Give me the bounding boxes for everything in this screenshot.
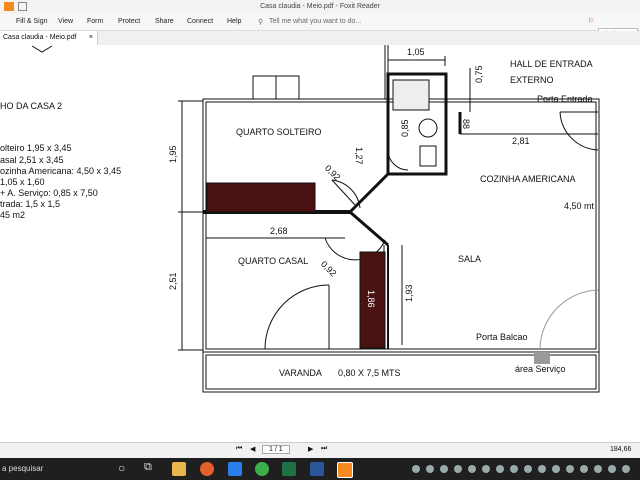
- tray-icon[interactable]: [482, 465, 490, 473]
- window-title: Casa claudia - Meio.pdf - Foxit Reader: [260, 3, 380, 10]
- menu-form[interactable]: Form: [87, 18, 103, 25]
- tray-icon[interactable]: [524, 465, 532, 473]
- menu-bar: Fill & Sign View Form Protect Share Conn…: [0, 14, 640, 40]
- list-item: 1,05 x 1,60: [0, 177, 45, 187]
- toilet: [418, 118, 438, 138]
- compass-mark: [31, 45, 53, 53]
- menu-help[interactable]: Help: [227, 18, 241, 25]
- label-cozinha: COZINHA AMERICANA: [480, 174, 576, 184]
- door-arc: [264, 284, 330, 350]
- list-item: asal 2,51 x 3,45: [0, 155, 64, 165]
- label-sala: SALA: [458, 254, 482, 264]
- tray-icon[interactable]: [510, 465, 518, 473]
- door-arc-entrada: [559, 111, 599, 151]
- list-item: olteiro 1,95 x 3,45: [0, 143, 72, 153]
- taskbar: a pesquisar ○ ⧉: [0, 458, 640, 480]
- dim-label-105: 1,05: [407, 47, 425, 57]
- dim-label-127: 1,27: [354, 147, 364, 165]
- label-porta-balcao: Porta Balcao: [476, 332, 528, 342]
- menu-view[interactable]: View: [58, 18, 73, 25]
- list-item: 45 m2: [0, 210, 26, 220]
- wall-diagonal: [348, 172, 390, 214]
- status-bar: ⏮ ◀ 1 / 1 ▶ ⏭ 184,66: [0, 442, 640, 459]
- page-field[interactable]: 1 / 1: [262, 445, 290, 454]
- dim-label-085: 0,85: [400, 119, 410, 137]
- label-varanda: VARANDA: [279, 368, 322, 378]
- label-area-servico: área Serviço: [515, 364, 566, 374]
- tab-document[interactable]: Casa claudia - Meio.pdf ×: [0, 31, 98, 45]
- label-quarto-solteiro: QUARTO SOLTEIRO: [236, 127, 322, 137]
- cortana-icon[interactable]: ○: [118, 461, 125, 475]
- label-hall-externo: EXTERNO: [510, 75, 554, 85]
- menu-connect[interactable]: Connect: [187, 18, 213, 25]
- dim-label-281: 2,81: [512, 136, 530, 146]
- tray-icon[interactable]: [468, 465, 476, 473]
- tray-icon[interactable]: [496, 465, 504, 473]
- zoom-level[interactable]: 184,66: [610, 446, 631, 453]
- dim-label-88: 88: [461, 119, 471, 130]
- edge-icon[interactable]: [228, 462, 242, 476]
- tray-icon[interactable]: [538, 465, 546, 473]
- list-heading: HO DA CASA 2: [0, 101, 63, 111]
- list-item: trada: 1,5 x 1,5: [0, 199, 61, 209]
- shower: [392, 79, 430, 111]
- dim-label-251: 2,51: [168, 272, 178, 290]
- title-bar: Casa claudia - Meio.pdf - Foxit Reader: [0, 0, 640, 14]
- last-page-icon[interactable]: ⏭: [321, 445, 327, 453]
- list-item: + A. Serviço: 0,85 x 7,50: [0, 188, 98, 198]
- tray-icon[interactable]: [440, 465, 448, 473]
- tray-icon[interactable]: [426, 465, 434, 473]
- first-page-icon[interactable]: ⏮: [236, 445, 242, 453]
- word-icon[interactable]: [310, 462, 324, 476]
- task-view-icon[interactable]: ⧉: [144, 461, 152, 474]
- list-item: ozinha Americana: 4,50 x 3,45: [0, 166, 122, 176]
- next-page-icon[interactable]: ▶: [308, 445, 313, 453]
- tray-icon[interactable]: [580, 465, 588, 473]
- tray-icon[interactable]: [622, 465, 630, 473]
- tell-me-icon: ⚲: [258, 19, 264, 26]
- chrome-icon[interactable]: [255, 462, 269, 476]
- label-varanda-size: 0,80 X 7,5 MTS: [338, 368, 401, 378]
- file-explorer-icon[interactable]: [172, 462, 186, 476]
- label-quarto-casal: QUARTO CASAL: [238, 256, 309, 266]
- tray-icon[interactable]: [412, 465, 420, 473]
- menu-fill-sign[interactable]: Fill & Sign: [16, 18, 48, 25]
- label-porta-entrada: Porta Entrada: [537, 94, 593, 104]
- dim-label-268: 2,68: [270, 226, 288, 236]
- label-hall: HALL DE ENTRADA: [510, 59, 593, 69]
- dim-label-186: 1,86: [366, 290, 376, 308]
- tab-label: Casa claudia - Meio.pdf: [3, 34, 77, 41]
- tray-icon[interactable]: [454, 465, 462, 473]
- foxit-icon[interactable]: [337, 462, 353, 478]
- door-arc-bath: [387, 149, 409, 171]
- tray-icon[interactable]: [552, 465, 560, 473]
- find-icon: ⚐: [588, 18, 595, 25]
- menu-protect[interactable]: Protect: [118, 18, 140, 25]
- tray-icon[interactable]: [566, 465, 574, 473]
- wardrobe-solteiro: [206, 182, 316, 213]
- tray-icon[interactable]: [594, 465, 602, 473]
- wall-diagonal: [349, 210, 389, 247]
- tell-me-box[interactable]: Tell me what you want to do...: [269, 18, 361, 25]
- taskbar-search[interactable]: a pesquisar: [2, 464, 43, 473]
- door-arc-balcao: [539, 289, 599, 350]
- menu-share[interactable]: Share: [155, 18, 174, 25]
- prev-page-icon[interactable]: ◀: [250, 445, 255, 453]
- excel-icon[interactable]: [282, 462, 296, 476]
- tank-servico: [534, 352, 550, 364]
- dim-label-195: 1,95: [168, 145, 178, 163]
- dim-label-075: 0,75: [474, 65, 484, 83]
- tray-icon[interactable]: [608, 465, 616, 473]
- floor-plan: [31, 45, 600, 393]
- inner-wall: [205, 101, 597, 350]
- firefox-icon[interactable]: [200, 462, 214, 476]
- dim-label-193: 1,93: [404, 284, 414, 302]
- close-icon[interactable]: ×: [89, 31, 93, 45]
- label-largura-cozinha: 4,50 mt: [564, 201, 595, 211]
- sink: [419, 145, 437, 167]
- document-view[interactable]: HO DA CASA 2 olteiro 1,95 x 3,45 asal 2,…: [0, 45, 640, 442]
- tab-bar: Casa claudia - Meio.pdf ×: [0, 31, 640, 46]
